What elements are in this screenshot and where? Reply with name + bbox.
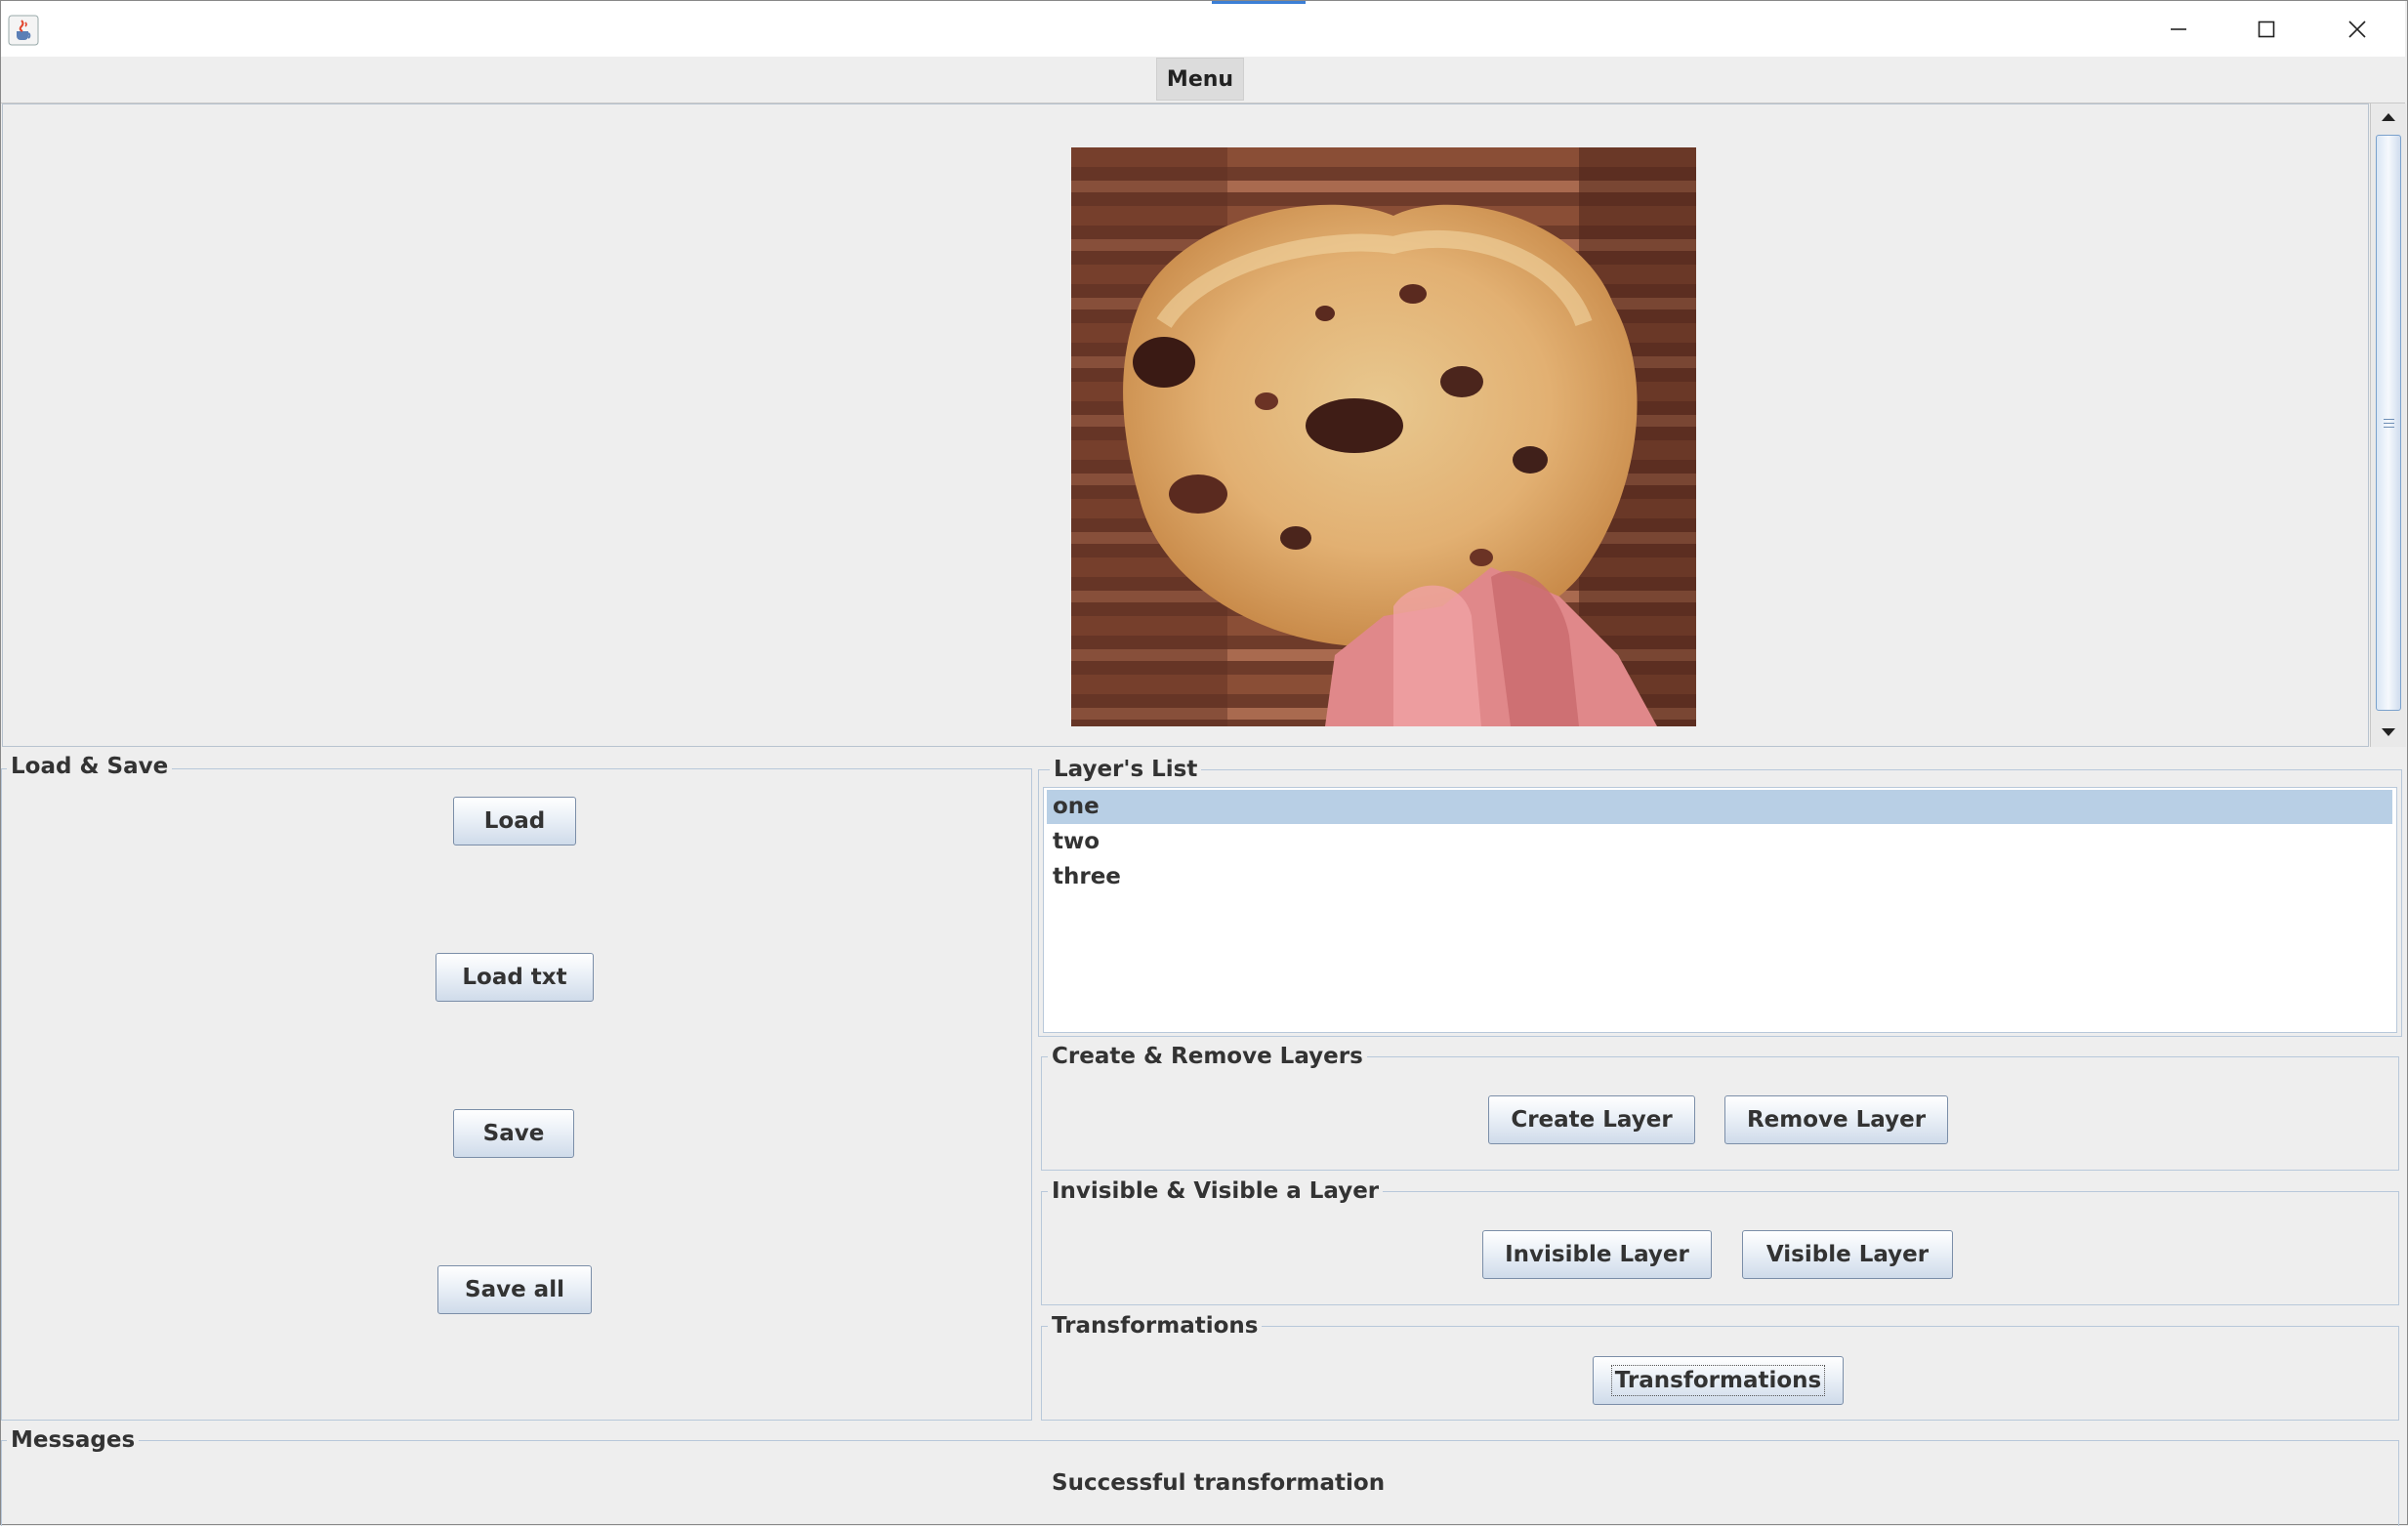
- scroll-up-button[interactable]: [2371, 103, 2406, 131]
- save-button[interactable]: Save: [453, 1109, 574, 1158]
- load-save-panel: [1, 768, 1032, 1421]
- taskbar-focus-indicator: [1212, 1, 1306, 4]
- layers-list[interactable]: one two three: [1043, 787, 2397, 1033]
- grip-line: [2384, 419, 2394, 420]
- visibility-panel: [1041, 1191, 2399, 1305]
- scroll-down-button[interactable]: [2371, 719, 2406, 746]
- maximize-icon: [2258, 21, 2275, 37]
- grip-line: [2384, 423, 2394, 424]
- visibility-title: Invisible & Visible a Layer: [1048, 1178, 1384, 1204]
- minimize-button[interactable]: [2135, 1, 2222, 57]
- transformations-button-label: Transformations: [1610, 1365, 1826, 1396]
- menu-button[interactable]: Menu: [1156, 58, 1244, 101]
- messages-title: Messages: [7, 1427, 140, 1453]
- create-remove-title: Create & Remove Layers: [1048, 1044, 1367, 1069]
- java-cup-icon[interactable]: [8, 15, 39, 46]
- minimize-icon: [2171, 27, 2186, 30]
- list-item[interactable]: one: [1047, 790, 2392, 824]
- arrow-down-icon: [2382, 728, 2395, 736]
- create-remove-panel: [1041, 1056, 2399, 1171]
- save-all-button[interactable]: Save all: [437, 1265, 592, 1314]
- transformations-title: Transformations: [1048, 1313, 1263, 1339]
- load-button[interactable]: Load: [453, 797, 576, 845]
- arrow-up-icon: [2382, 113, 2395, 121]
- menu-bar: Menu: [1, 57, 2405, 103]
- scrollbar-thumb[interactable]: [2376, 135, 2401, 711]
- invisible-layer-button[interactable]: Invisible Layer: [1482, 1230, 1712, 1279]
- close-button[interactable]: [2313, 1, 2401, 57]
- create-layer-button[interactable]: Create Layer: [1488, 1095, 1695, 1144]
- list-item[interactable]: three: [1047, 860, 2392, 894]
- layer-image: [1071, 147, 1696, 726]
- status-message: Successful transformation: [1052, 1470, 1386, 1496]
- app-window: Menu Load & Save Load Load txt Save Save…: [0, 0, 2408, 1526]
- transformations-button[interactable]: Transformations: [1593, 1356, 1844, 1405]
- title-bar[interactable]: [1, 1, 2405, 57]
- load-save-title: Load & Save: [7, 754, 173, 779]
- vertical-scrollbar[interactable]: [2370, 103, 2406, 747]
- visible-layer-button[interactable]: Visible Layer: [1742, 1230, 1953, 1279]
- load-txt-button[interactable]: Load txt: [436, 953, 594, 1002]
- list-item[interactable]: two: [1047, 825, 2392, 859]
- remove-layer-button[interactable]: Remove Layer: [1724, 1095, 1948, 1144]
- close-icon: [2348, 20, 2366, 38]
- layers-list-title: Layer's List: [1050, 757, 1202, 782]
- maximize-button[interactable]: [2222, 1, 2310, 57]
- grip-line: [2384, 427, 2394, 428]
